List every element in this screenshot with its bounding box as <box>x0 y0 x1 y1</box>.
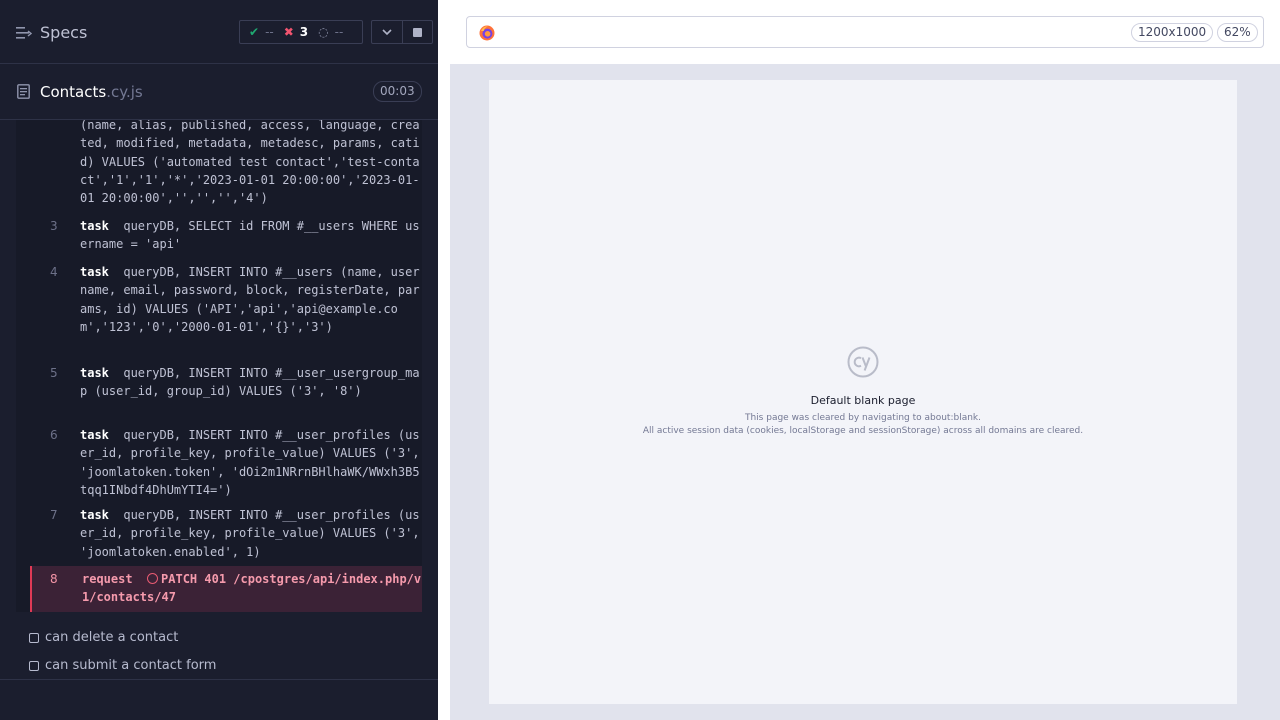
preview-toolbar: 1200x1000 62% <box>450 0 1280 64</box>
reporter-panel: Specs ✔ -- ✖ 3 ◌ -- Contacts.cy.js 00:03… <box>0 0 438 720</box>
command-name: task <box>80 366 109 380</box>
command-body: task queryDB, INSERT INTO #__user_profil… <box>80 506 420 561</box>
command-row[interactable]: 3 task queryDB, SELECT id FROM #__users … <box>30 217 422 257</box>
command-name: task <box>80 219 109 233</box>
viewport-size-badge[interactable]: 1200x1000 <box>1131 23 1214 42</box>
command-body: task queryDB, INSERT INTO #__user_profil… <box>80 426 420 499</box>
command-body: task queryDB, INSERT INTO #__user_usergr… <box>80 364 420 401</box>
test-status-icon <box>29 660 39 671</box>
stats-bar: ✔ -- ✖ 3 ◌ -- <box>239 20 363 44</box>
pending-stat: ◌ -- <box>318 25 343 39</box>
passed-stat: ✔ -- <box>249 25 274 39</box>
blank-page-details: All active session data (cookies, localS… <box>642 426 1084 436</box>
command-body: (name, alias, published, access, languag… <box>80 120 420 207</box>
firefox-icon <box>479 25 495 41</box>
stop-icon <box>412 27 422 37</box>
command-row-failed[interactable]: 8 request PATCH 401 /cpostgres/api/index… <box>30 566 422 612</box>
command-row[interactable]: 7 task queryDB, INSERT INTO #__user_prof… <box>30 506 422 562</box>
command-row[interactable]: 6 task queryDB, INSERT INTO #__user_prof… <box>30 426 422 502</box>
spinner-icon: ◌ <box>318 25 329 39</box>
command-name: task <box>80 508 109 522</box>
divider <box>0 679 438 680</box>
command-number: 5 <box>50 366 58 380</box>
zoom-level-badge: 62% <box>1217 23 1258 42</box>
command-row[interactable]: 5 task queryDB, INSERT INTO #__user_user… <box>30 364 422 420</box>
command-message: queryDB, INSERT INTO #__user_profiles (u… <box>80 428 420 497</box>
command-message: queryDB, INSERT INTO #__user_usergroup_m… <box>80 366 420 399</box>
command-number: 6 <box>50 428 58 442</box>
pending-count: -- <box>334 25 344 39</box>
cypress-logo-icon <box>847 346 879 378</box>
command-name: task <box>80 428 109 442</box>
app-preview-frame[interactable]: Default blank page This page was cleared… <box>489 80 1237 704</box>
command-name: request <box>82 572 133 586</box>
command-row[interactable]: (name, alias, published, access, languag… <box>30 120 422 212</box>
spec-file-row: Contacts.cy.js 00:03 <box>0 64 438 120</box>
run-controls <box>371 20 433 44</box>
passed-count: -- <box>265 25 274 39</box>
command-log[interactable]: (name, alias, published, access, languag… <box>16 120 422 612</box>
expand-button[interactable] <box>372 21 402 43</box>
spec-file-basename: Contacts <box>40 83 107 101</box>
test-title: can delete a contact <box>45 630 179 645</box>
panel-divider[interactable] <box>438 0 450 720</box>
failed-count: 3 <box>299 25 309 39</box>
command-body: task queryDB, INSERT INTO #__users (name… <box>80 263 420 336</box>
command-message: PATCH 401 /cpostgres/api/index.php/v1/co… <box>82 572 422 605</box>
command-number: 3 <box>50 219 58 233</box>
spec-file-name[interactable]: Contacts.cy.js <box>40 83 143 101</box>
command-row[interactable]: 4 task queryDB, INSERT INTO #__users (na… <box>30 263 422 357</box>
command-name: task <box>80 265 109 279</box>
command-message: queryDB, INSERT INTO #__user_profiles (u… <box>80 508 420 559</box>
test-title: can submit a contact form <box>45 658 217 673</box>
url-bar[interactable]: 1200x1000 62% <box>466 16 1264 48</box>
command-number: 7 <box>50 508 58 522</box>
command-number: 4 <box>50 265 58 279</box>
command-message: (name, alias, published, access, languag… <box>80 120 420 206</box>
command-number: 8 <box>50 572 58 586</box>
command-message: queryDB, INSERT INTO #__users (name, use… <box>80 265 420 334</box>
specs-header: Specs ✔ -- ✖ 3 ◌ -- <box>0 0 438 64</box>
blank-page-message: This page was cleared by navigating to a… <box>744 413 981 423</box>
stop-button[interactable] <box>401 21 432 43</box>
duration-badge: 00:03 <box>373 81 422 102</box>
test-item-submit-contact-form[interactable]: can submit a contact form <box>29 658 216 673</box>
test-status-icon <box>29 632 39 643</box>
blank-page-title: Default blank page <box>810 394 916 407</box>
menu-icon[interactable] <box>16 26 32 40</box>
specs-title[interactable]: Specs <box>40 23 87 42</box>
chevron-down-icon <box>382 28 392 35</box>
command-body: request PATCH 401 /cpostgres/api/index.p… <box>82 570 422 607</box>
x-icon: ✖ <box>283 25 294 39</box>
error-circle-icon <box>147 573 159 584</box>
document-icon <box>17 84 30 99</box>
check-icon: ✔ <box>249 25 260 39</box>
command-message: queryDB, SELECT id FROM #__users WHERE u… <box>80 219 420 252</box>
failed-stat: ✖ 3 <box>284 25 308 39</box>
test-item-delete-contact[interactable]: can delete a contact <box>29 630 178 645</box>
spec-file-ext: .cy.js <box>106 83 143 101</box>
command-body: task queryDB, SELECT id FROM #__users WH… <box>80 217 420 254</box>
